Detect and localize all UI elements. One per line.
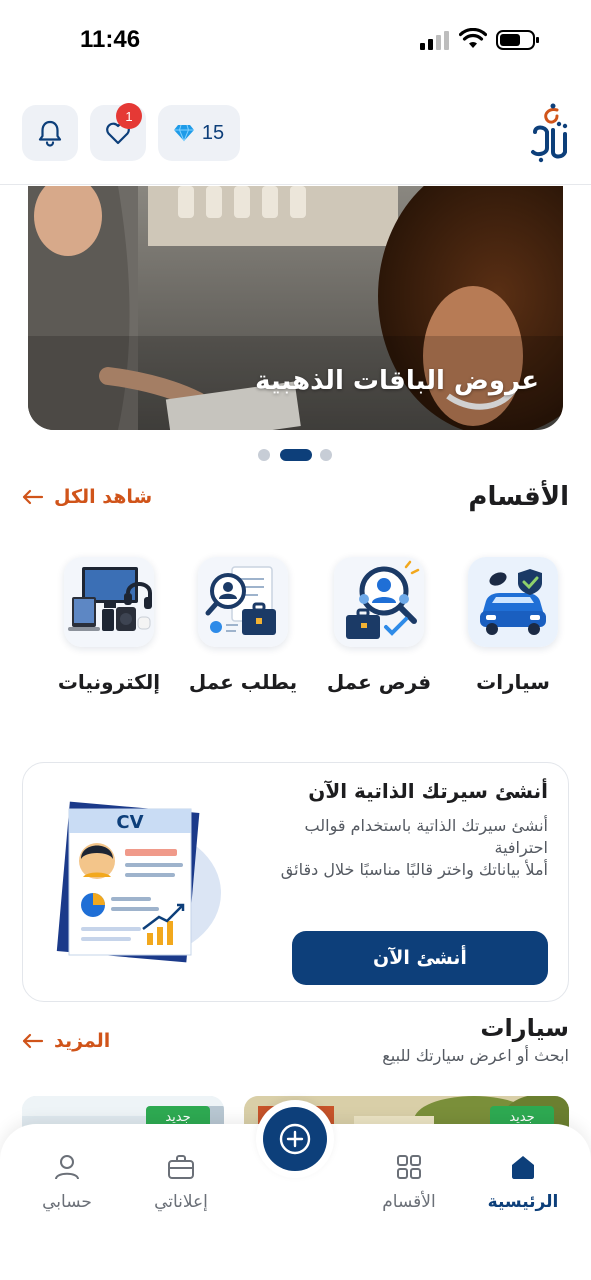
category-tile <box>198 557 288 647</box>
nav-label: حسابي <box>42 1192 92 1212</box>
cv-card-title: أنشئ سيرتك الذاتية الآن <box>308 779 548 803</box>
grid-icon <box>397 1155 421 1179</box>
job-search-icon <box>334 557 424 647</box>
cars-more-label: المزيد <box>54 1030 111 1052</box>
categories-row: سيارات فرص عمل يطلب عمل إلكترونيات <box>0 552 591 702</box>
category-electronics[interactable]: إلكترونيات <box>44 552 174 702</box>
gems-balance-button[interactable]: 15 <box>158 105 240 161</box>
diamond-icon <box>173 124 194 142</box>
gems-count: 15 <box>201 121 225 144</box>
arrow-left-icon <box>22 1033 44 1049</box>
plus-circle-icon <box>279 1123 311 1155</box>
carousel-dot[interactable] <box>320 449 332 461</box>
add-listing-button[interactable] <box>263 1107 327 1171</box>
bell-icon <box>38 120 62 147</box>
cars-more-link[interactable]: المزيد <box>22 1030 110 1052</box>
category-cars[interactable]: سيارات <box>448 552 578 702</box>
user-icon <box>55 1155 79 1180</box>
cv-card-description: أنشئ سيرتك الذاتية باستخدام قوالب احتراف… <box>248 815 548 881</box>
nav-item-account[interactable]: حسابي <box>12 1152 122 1222</box>
arrow-left-icon <box>22 489 44 505</box>
category-tile <box>468 557 558 647</box>
see-all-label: شاهد الكل <box>54 486 153 508</box>
app-logo <box>531 103 568 163</box>
nav-item-categories[interactable]: الأقسام <box>354 1152 464 1222</box>
category-tile <box>334 557 424 647</box>
wifi-icon <box>459 28 487 48</box>
nav-item-home[interactable]: الرئيسية <box>468 1152 578 1222</box>
battery-icon <box>496 30 539 50</box>
cars-section-subtitle: ابحث أو اعرض سيارتك للبيع <box>382 1046 569 1065</box>
category-jobs[interactable]: فرص عمل <box>314 552 444 702</box>
electronics-icon <box>64 557 154 647</box>
categories-title: الأقسام <box>468 482 569 512</box>
signal-icon <box>420 31 449 50</box>
car-icon <box>468 557 558 647</box>
home-icon <box>512 1156 534 1179</box>
promo-banner[interactable]: عروض الباقات الذهبية <box>28 186 563 430</box>
status-bar: 11:46 <box>0 0 591 80</box>
favorites-badge: 1 <box>116 103 142 129</box>
carousel-dot[interactable] <box>258 449 270 461</box>
category-label: إلكترونيات <box>57 670 161 694</box>
cv-promo-card: أنشئ سيرتك الذاتية الآن أنشئ سيرتك الذات… <box>22 762 569 1002</box>
cv-desc-line: أملأ بياناتك واختر قالبًا مناسبًا خلال د… <box>280 860 548 879</box>
category-job-seekers[interactable]: يطلب عمل <box>178 552 308 702</box>
nav-item-my-ads[interactable]: إعلاناتي <box>126 1152 236 1222</box>
briefcase-icon <box>168 1155 194 1179</box>
nav-label: الرئيسية <box>487 1192 559 1212</box>
cv-illus-label: CV <box>116 812 143 833</box>
app-header: 1 15 <box>0 100 591 166</box>
category-label: سيارات <box>476 670 550 694</box>
cars-section-title: سيارات <box>480 1014 569 1042</box>
resume-briefcase-icon <box>198 557 288 647</box>
category-tile <box>64 557 154 647</box>
category-label: فرص عمل <box>326 670 432 694</box>
nav-label: إعلاناتي <box>154 1192 208 1212</box>
cv-illustration: CV <box>56 801 221 963</box>
see-all-link[interactable]: شاهد الكل <box>22 486 152 508</box>
status-time: 11:46 <box>80 26 141 53</box>
cv-desc-line: أنشئ سيرتك الذاتية باستخدام قوالب احتراف… <box>304 816 548 857</box>
create-cv-button[interactable]: أنشئ الآن <box>292 931 548 985</box>
banner-title: عروض الباقات الذهبية <box>255 366 539 396</box>
category-label: يطلب عمل <box>188 670 298 694</box>
carousel-dot-active[interactable] <box>280 449 312 461</box>
bottom-navigation: الرئيسية الأقسام إعلاناتي حسابي <box>0 1100 591 1280</box>
notifications-button[interactable] <box>22 105 78 161</box>
add-listing-fab-ring <box>256 1100 334 1178</box>
carousel-indicator <box>258 448 338 462</box>
favorites-button[interactable]: 1 <box>90 103 146 161</box>
nav-label: الأقسام <box>382 1192 436 1212</box>
header-divider <box>0 184 591 185</box>
